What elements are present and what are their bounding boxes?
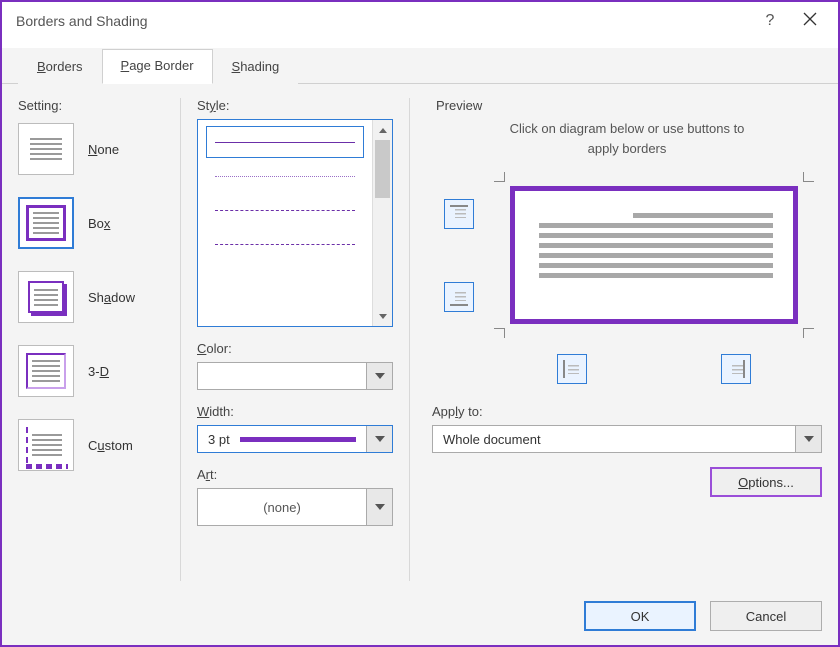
options-button-rest: ptions...	[748, 475, 794, 490]
setting-3d-icon	[18, 345, 74, 397]
setting-label: Setting:	[18, 98, 158, 113]
setting-none-icon	[18, 123, 74, 175]
border-left-toggle[interactable]	[557, 354, 587, 384]
art-value: (none)	[263, 500, 301, 515]
scroll-down-icon[interactable]	[373, 306, 392, 326]
setting-box-icon	[18, 197, 74, 249]
help-button[interactable]: ?	[750, 12, 790, 30]
border-top-toggle[interactable]	[444, 199, 474, 229]
width-label: Width:	[197, 404, 393, 419]
chevron-down-icon	[366, 363, 392, 389]
scroll-thumb[interactable]	[375, 140, 390, 198]
preview-hint: Click on diagram below or use buttons to…	[497, 119, 757, 158]
style-item-dashdot[interactable]	[206, 262, 364, 294]
setting-custom-label: Custom	[88, 438, 133, 453]
dialog-footer: OK Cancel	[2, 591, 838, 645]
setting-option-3d[interactable]: 3-D	[18, 345, 158, 397]
tab-page-border-label: age Border	[129, 58, 193, 73]
art-label: Art:	[197, 467, 393, 482]
art-combobox[interactable]: (none)	[197, 488, 393, 526]
apply-to-combobox[interactable]: Whole document	[432, 425, 822, 453]
scroll-up-icon[interactable]	[373, 120, 392, 140]
setting-custom-icon	[18, 419, 74, 471]
preview-page-icon	[510, 186, 798, 324]
tab-strip: Borders Page Border Shading	[2, 40, 838, 84]
setting-shadow-label: Shadow	[88, 290, 135, 305]
setting-option-box[interactable]: Box	[18, 197, 158, 249]
style-label: Style:	[197, 98, 393, 113]
tab-borders[interactable]: Borders	[18, 50, 102, 84]
setting-column: Setting: None Box Shadow 3-D Custom	[18, 98, 158, 581]
setting-option-none[interactable]: None	[18, 123, 158, 175]
tab-shading[interactable]: Shading	[213, 50, 299, 84]
style-scrollbar[interactable]	[372, 120, 392, 326]
tab-borders-label: orders	[46, 59, 83, 74]
preview-group-label: Preview	[436, 98, 482, 113]
width-preview-bar	[240, 437, 356, 442]
cancel-button[interactable]: Cancel	[710, 601, 822, 631]
style-column: Style: Color: Wi	[180, 98, 410, 581]
setting-3d-label: 3-D	[88, 364, 109, 379]
style-item-dotted[interactable]	[206, 160, 364, 192]
chevron-down-icon	[366, 489, 392, 525]
border-right-toggle[interactable]	[721, 354, 751, 384]
preview-diagram[interactable]	[490, 172, 818, 338]
setting-shadow-icon	[18, 271, 74, 323]
preview-column: Preview Click on diagram below or use bu…	[432, 98, 822, 581]
color-label: Color:	[197, 341, 393, 356]
style-item-dashed[interactable]	[206, 228, 364, 260]
preview-group: Preview Click on diagram below or use bu…	[432, 98, 822, 392]
titlebar: Borders and Shading ?	[2, 2, 838, 40]
border-bottom-toggle[interactable]	[444, 282, 474, 312]
window-title: Borders and Shading	[16, 13, 750, 29]
scroll-track[interactable]	[373, 140, 392, 306]
style-list	[198, 120, 372, 326]
setting-none-label: None	[88, 142, 119, 157]
ok-button[interactable]: OK	[584, 601, 696, 631]
width-combobox[interactable]: 3 pt	[197, 425, 393, 453]
options-button[interactable]: Options...	[710, 467, 822, 497]
setting-box-label: Box	[88, 216, 110, 231]
tab-shading-label: hading	[240, 59, 279, 74]
close-button[interactable]	[790, 12, 830, 31]
borders-and-shading-dialog: Borders and Shading ? Borders Page Borde…	[0, 0, 840, 647]
style-item-solid[interactable]	[206, 126, 364, 158]
setting-option-custom[interactable]: Custom	[18, 419, 158, 471]
chevron-down-icon	[366, 426, 392, 452]
apply-to-label: Apply to:	[432, 404, 822, 419]
width-value: 3 pt	[208, 432, 230, 447]
apply-to-value: Whole document	[443, 432, 541, 447]
color-combobox[interactable]	[197, 362, 393, 390]
setting-option-shadow[interactable]: Shadow	[18, 271, 158, 323]
tab-page-border[interactable]: Page Border	[102, 49, 213, 84]
style-item-dashed-small[interactable]	[206, 194, 364, 226]
style-listbox[interactable]	[197, 119, 393, 327]
dialog-body: Setting: None Box Shadow 3-D Custom	[2, 84, 838, 591]
chevron-down-icon	[795, 426, 821, 452]
